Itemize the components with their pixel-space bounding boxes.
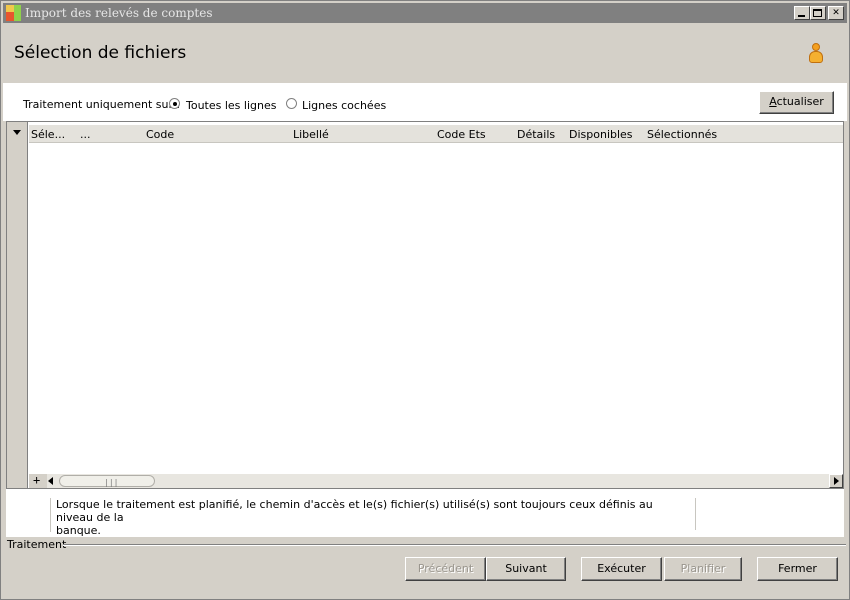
- next-button[interactable]: Suivant: [486, 557, 566, 581]
- radio-all-lines[interactable]: [169, 98, 180, 109]
- close-window-button[interactable]: ✕: [828, 6, 844, 20]
- execute-button[interactable]: Exécuter: [581, 557, 662, 581]
- schedule-button[interactable]: Planifier: [664, 557, 742, 581]
- import-window: Import des relevés de comptes ✕ Sélectio…: [0, 0, 850, 600]
- window-title: Import des relevés de comptes: [25, 6, 213, 20]
- page-title: Sélection de fichiers: [14, 43, 187, 63]
- column-header-selection[interactable]: Séle...: [31, 128, 65, 141]
- scroll-right-icon[interactable]: [829, 474, 843, 488]
- maximize-button[interactable]: [810, 6, 826, 20]
- column-header-label[interactable]: Libellé: [293, 128, 329, 141]
- scroll-left-icon[interactable]: [48, 477, 53, 485]
- grip-icon: |||: [104, 478, 119, 487]
- page-header: Sélection de fichiers: [3, 23, 847, 83]
- column-header-more[interactable]: ...: [80, 128, 91, 141]
- close-icon: ✕: [832, 8, 840, 18]
- previous-button[interactable]: Précédent: [405, 557, 486, 581]
- add-row-icon[interactable]: +: [33, 473, 40, 487]
- radio-all-lines-label[interactable]: Toutes les lignes: [186, 99, 276, 112]
- processing-group-label: Traitement: [7, 538, 67, 551]
- info-panel: Lorsque le traitement est planifié, le c…: [6, 489, 844, 537]
- scroll-thumb[interactable]: |||: [59, 475, 155, 487]
- maximize-icon: [813, 9, 822, 17]
- info-line-2: banque.: [56, 524, 101, 537]
- grid-header-row: Séle... ... Code Libellé Code Ets Détail…: [29, 125, 843, 143]
- grid-footer: + |||: [29, 473, 843, 488]
- title-bar[interactable]: Import des relevés de comptes ✕: [3, 3, 847, 23]
- info-line-1: Lorsque le traitement est planifié, le c…: [56, 498, 653, 524]
- info-message: Lorsque le traitement est planifié, le c…: [50, 498, 690, 537]
- app-icon: [6, 5, 22, 21]
- user-icon[interactable]: [807, 43, 825, 65]
- group-divider-highlight: [63, 545, 846, 546]
- minimize-button[interactable]: [794, 6, 810, 20]
- column-chooser-icon[interactable]: [13, 130, 21, 135]
- processing-options: Traitement uniquement sur : Toutes les l…: [3, 83, 847, 121]
- radio-checked-lines-label[interactable]: Lignes cochées: [302, 99, 386, 112]
- refresh-button[interactable]: Actualiser: [759, 91, 834, 114]
- minimize-icon: [798, 15, 805, 17]
- column-header-code-ets[interactable]: Code Ets: [437, 128, 486, 141]
- row-header-column: [7, 122, 28, 488]
- close-button[interactable]: Fermer: [757, 557, 838, 581]
- column-header-available[interactable]: Disponibles: [569, 128, 633, 141]
- files-grid[interactable]: Séle... ... Code Libellé Code Ets Détail…: [6, 121, 844, 489]
- radio-checked-lines[interactable]: [286, 98, 297, 109]
- info-divider: [695, 498, 696, 530]
- column-header-details[interactable]: Détails: [517, 128, 555, 141]
- horizontal-scrollbar[interactable]: |||: [47, 474, 843, 488]
- column-header-selected[interactable]: Sélectionnés: [647, 128, 717, 141]
- processing-scope-label: Traitement uniquement sur :: [23, 98, 181, 111]
- column-header-code[interactable]: Code: [146, 128, 174, 141]
